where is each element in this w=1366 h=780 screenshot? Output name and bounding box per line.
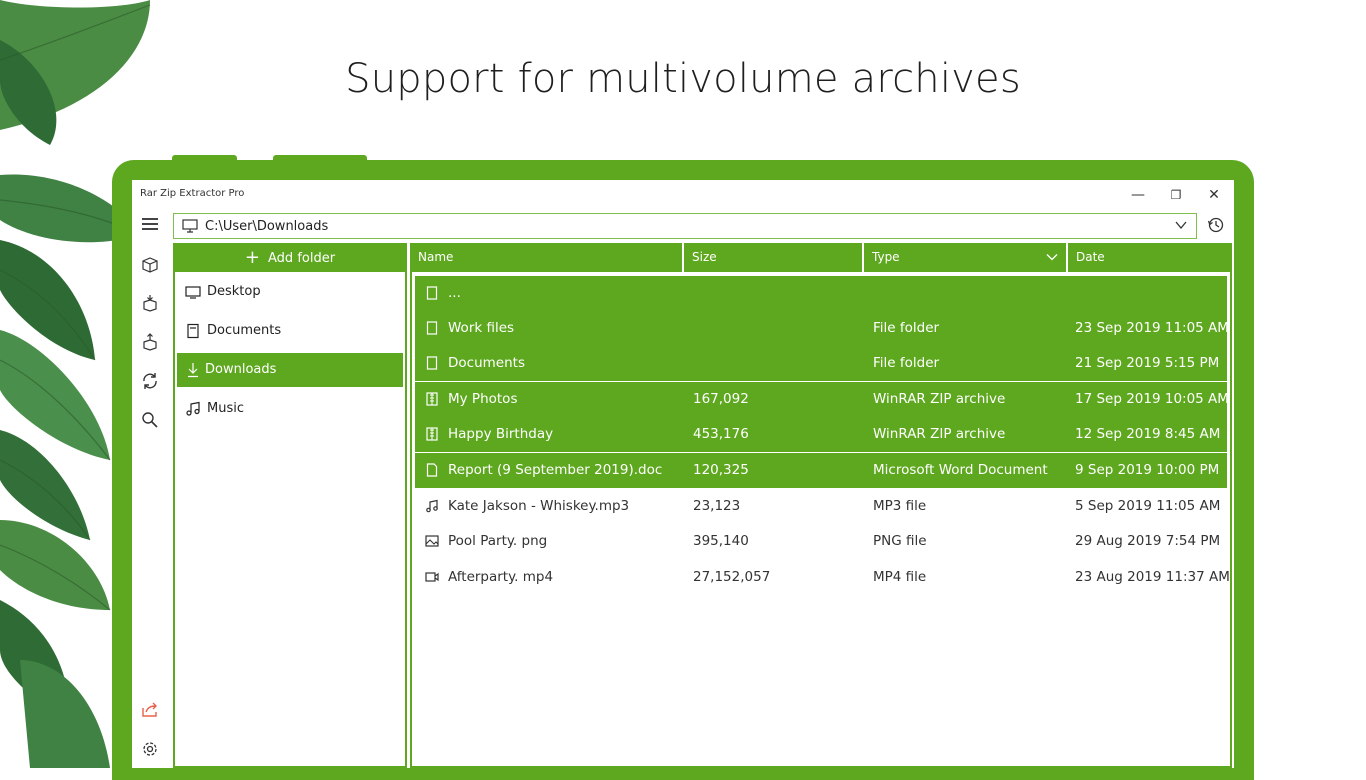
convert-icon[interactable] xyxy=(141,372,159,390)
folder-label: Music xyxy=(207,401,244,416)
file-size: 120,325 xyxy=(693,462,749,478)
file-row[interactable]: Kate Jakson - Whiskey.mp3 23,123 MP3 file 5… xyxy=(415,489,1227,524)
menu-icon[interactable] xyxy=(142,218,158,232)
file-name: Documents xyxy=(448,355,525,371)
computer-icon xyxy=(182,219,198,233)
file-size: 27,152,057 xyxy=(693,569,771,585)
file-row[interactable]: ... xyxy=(415,276,1227,311)
file-date: 29 Aug 2019 7:54 PM xyxy=(1075,533,1221,549)
folder-label: Documents xyxy=(207,323,282,338)
file-name: Happy Birthday xyxy=(448,426,554,442)
file-type: PNG file xyxy=(873,533,927,549)
file-size: 453,176 xyxy=(693,426,749,442)
image-icon xyxy=(425,535,439,547)
download-icon xyxy=(188,363,198,378)
minimize-button[interactable]: — xyxy=(1119,182,1157,208)
file-date: 23 Aug 2019 11:37 AM xyxy=(1075,569,1230,585)
video-icon xyxy=(425,572,439,582)
close-button[interactable]: ✕ xyxy=(1195,182,1233,208)
file-date: 12 Sep 2019 8:45 AM xyxy=(1075,426,1221,442)
app-title: Rar Zip Extractor Pro xyxy=(140,188,245,199)
file-size: 395,140 xyxy=(693,533,749,549)
column-header-date[interactable]: Date xyxy=(1068,243,1232,272)
column-label: Name xyxy=(418,250,454,264)
chevron-down-icon[interactable] xyxy=(1046,251,1058,263)
add-folder-button[interactable]: + Add folder xyxy=(173,243,407,272)
word-doc-icon xyxy=(426,463,438,477)
app-window: Rar Zip Extractor Pro — ❐ ✕ C:\User\Down… xyxy=(132,180,1234,768)
maximize-button[interactable]: ❐ xyxy=(1157,182,1195,208)
file-row[interactable]: Pool Party. png 395,140 PNG file 29 Aug 201… xyxy=(415,524,1227,559)
file-name: Pool Party. png xyxy=(448,533,548,549)
file-name: Kate Jakson - Whiskey.mp3 xyxy=(448,498,630,514)
column-header-type[interactable]: Type xyxy=(864,243,1068,272)
compress-icon[interactable] xyxy=(141,294,159,312)
file-row[interactable]: My Photos 167,092 WinRAR ZIP archive 17 Sep… xyxy=(415,382,1229,417)
folder-label: Downloads xyxy=(205,362,277,377)
address-path: C:\User\Downloads xyxy=(205,219,329,234)
file-icon xyxy=(426,356,438,370)
address-bar[interactable]: C:\User\Downloads xyxy=(173,213,1197,239)
file-size: 23,123 xyxy=(693,498,741,514)
search-icon[interactable] xyxy=(141,411,159,429)
history-icon[interactable] xyxy=(1207,216,1225,234)
file-row[interactable]: Work files File folder 23 Sep 2019 11:05 A… xyxy=(415,311,1229,346)
column-label: Type xyxy=(872,250,900,264)
file-row[interactable]: Report (9 September 2019).doc 120,325 Micr… xyxy=(415,453,1227,488)
extract-icon[interactable] xyxy=(141,333,159,351)
gear-icon[interactable] xyxy=(141,740,159,758)
file-name: ... xyxy=(448,285,461,301)
file-icon xyxy=(426,321,438,335)
headline: Support for multivolume archives xyxy=(345,56,1021,102)
folder-item-documents[interactable]: Documents xyxy=(177,314,403,348)
file-name: Report (9 September 2019).doc xyxy=(448,462,663,478)
file-icon xyxy=(426,286,438,300)
folder-item-downloads[interactable]: Downloads xyxy=(177,353,403,387)
column-label: Date xyxy=(1076,250,1105,264)
column-header-size[interactable]: Size xyxy=(684,243,864,272)
file-type: WinRAR ZIP archive xyxy=(873,391,1006,407)
file-type: File folder xyxy=(873,355,940,371)
folder-label: Desktop xyxy=(207,284,261,299)
file-date: 9 Sep 2019 10:00 PM xyxy=(1075,462,1220,478)
frame-tab xyxy=(172,155,237,163)
archive-box-icon[interactable] xyxy=(141,256,159,274)
document-icon xyxy=(187,323,199,339)
column-label: Size xyxy=(692,250,717,264)
file-type: MP4 file xyxy=(873,569,927,585)
desktop-icon xyxy=(185,286,201,299)
file-size: 167,092 xyxy=(693,391,749,407)
file-name: My Photos xyxy=(448,391,518,407)
file-name: Work files xyxy=(448,320,515,336)
add-folder-label: Add folder xyxy=(268,251,336,266)
archive-icon xyxy=(426,392,438,406)
file-type: MP3 file xyxy=(873,498,927,514)
file-row[interactable]: Happy Birthday 453,176 WinRAR ZIP archive 1… xyxy=(415,417,1227,452)
file-list-header: Name Size Type Date xyxy=(410,243,1232,272)
plus-icon: + xyxy=(244,247,261,268)
column-header-name[interactable]: Name xyxy=(410,243,684,272)
folder-item-music[interactable]: Music xyxy=(177,392,403,426)
music-icon xyxy=(186,401,200,416)
chevron-down-icon[interactable] xyxy=(1174,218,1188,232)
file-date: 5 Sep 2019 11:05 AM xyxy=(1075,498,1221,514)
file-type: File folder xyxy=(873,320,940,336)
file-date: 17 Sep 2019 10:05 AM xyxy=(1075,391,1229,407)
music-icon xyxy=(426,499,438,513)
file-row[interactable]: Afterparty. mp4 27,152,057 MP4 file 23 Aug … xyxy=(415,560,1230,595)
title-bar: Rar Zip Extractor Pro — ❐ ✕ xyxy=(132,180,1234,210)
folder-item-desktop[interactable]: Desktop xyxy=(177,275,403,309)
file-date: 23 Sep 2019 11:05 AM xyxy=(1075,320,1229,336)
file-name: Afterparty. mp4 xyxy=(448,569,554,585)
archive-icon xyxy=(426,427,438,441)
file-type: WinRAR ZIP archive xyxy=(873,426,1006,442)
file-row[interactable]: Documents File folder 21 Sep 2019 5:15 PM xyxy=(415,346,1227,381)
frame-tab xyxy=(273,155,367,163)
share-icon[interactable] xyxy=(141,701,159,719)
file-type: Microsoft Word Document xyxy=(873,462,1048,478)
file-date: 21 Sep 2019 5:15 PM xyxy=(1075,355,1220,371)
